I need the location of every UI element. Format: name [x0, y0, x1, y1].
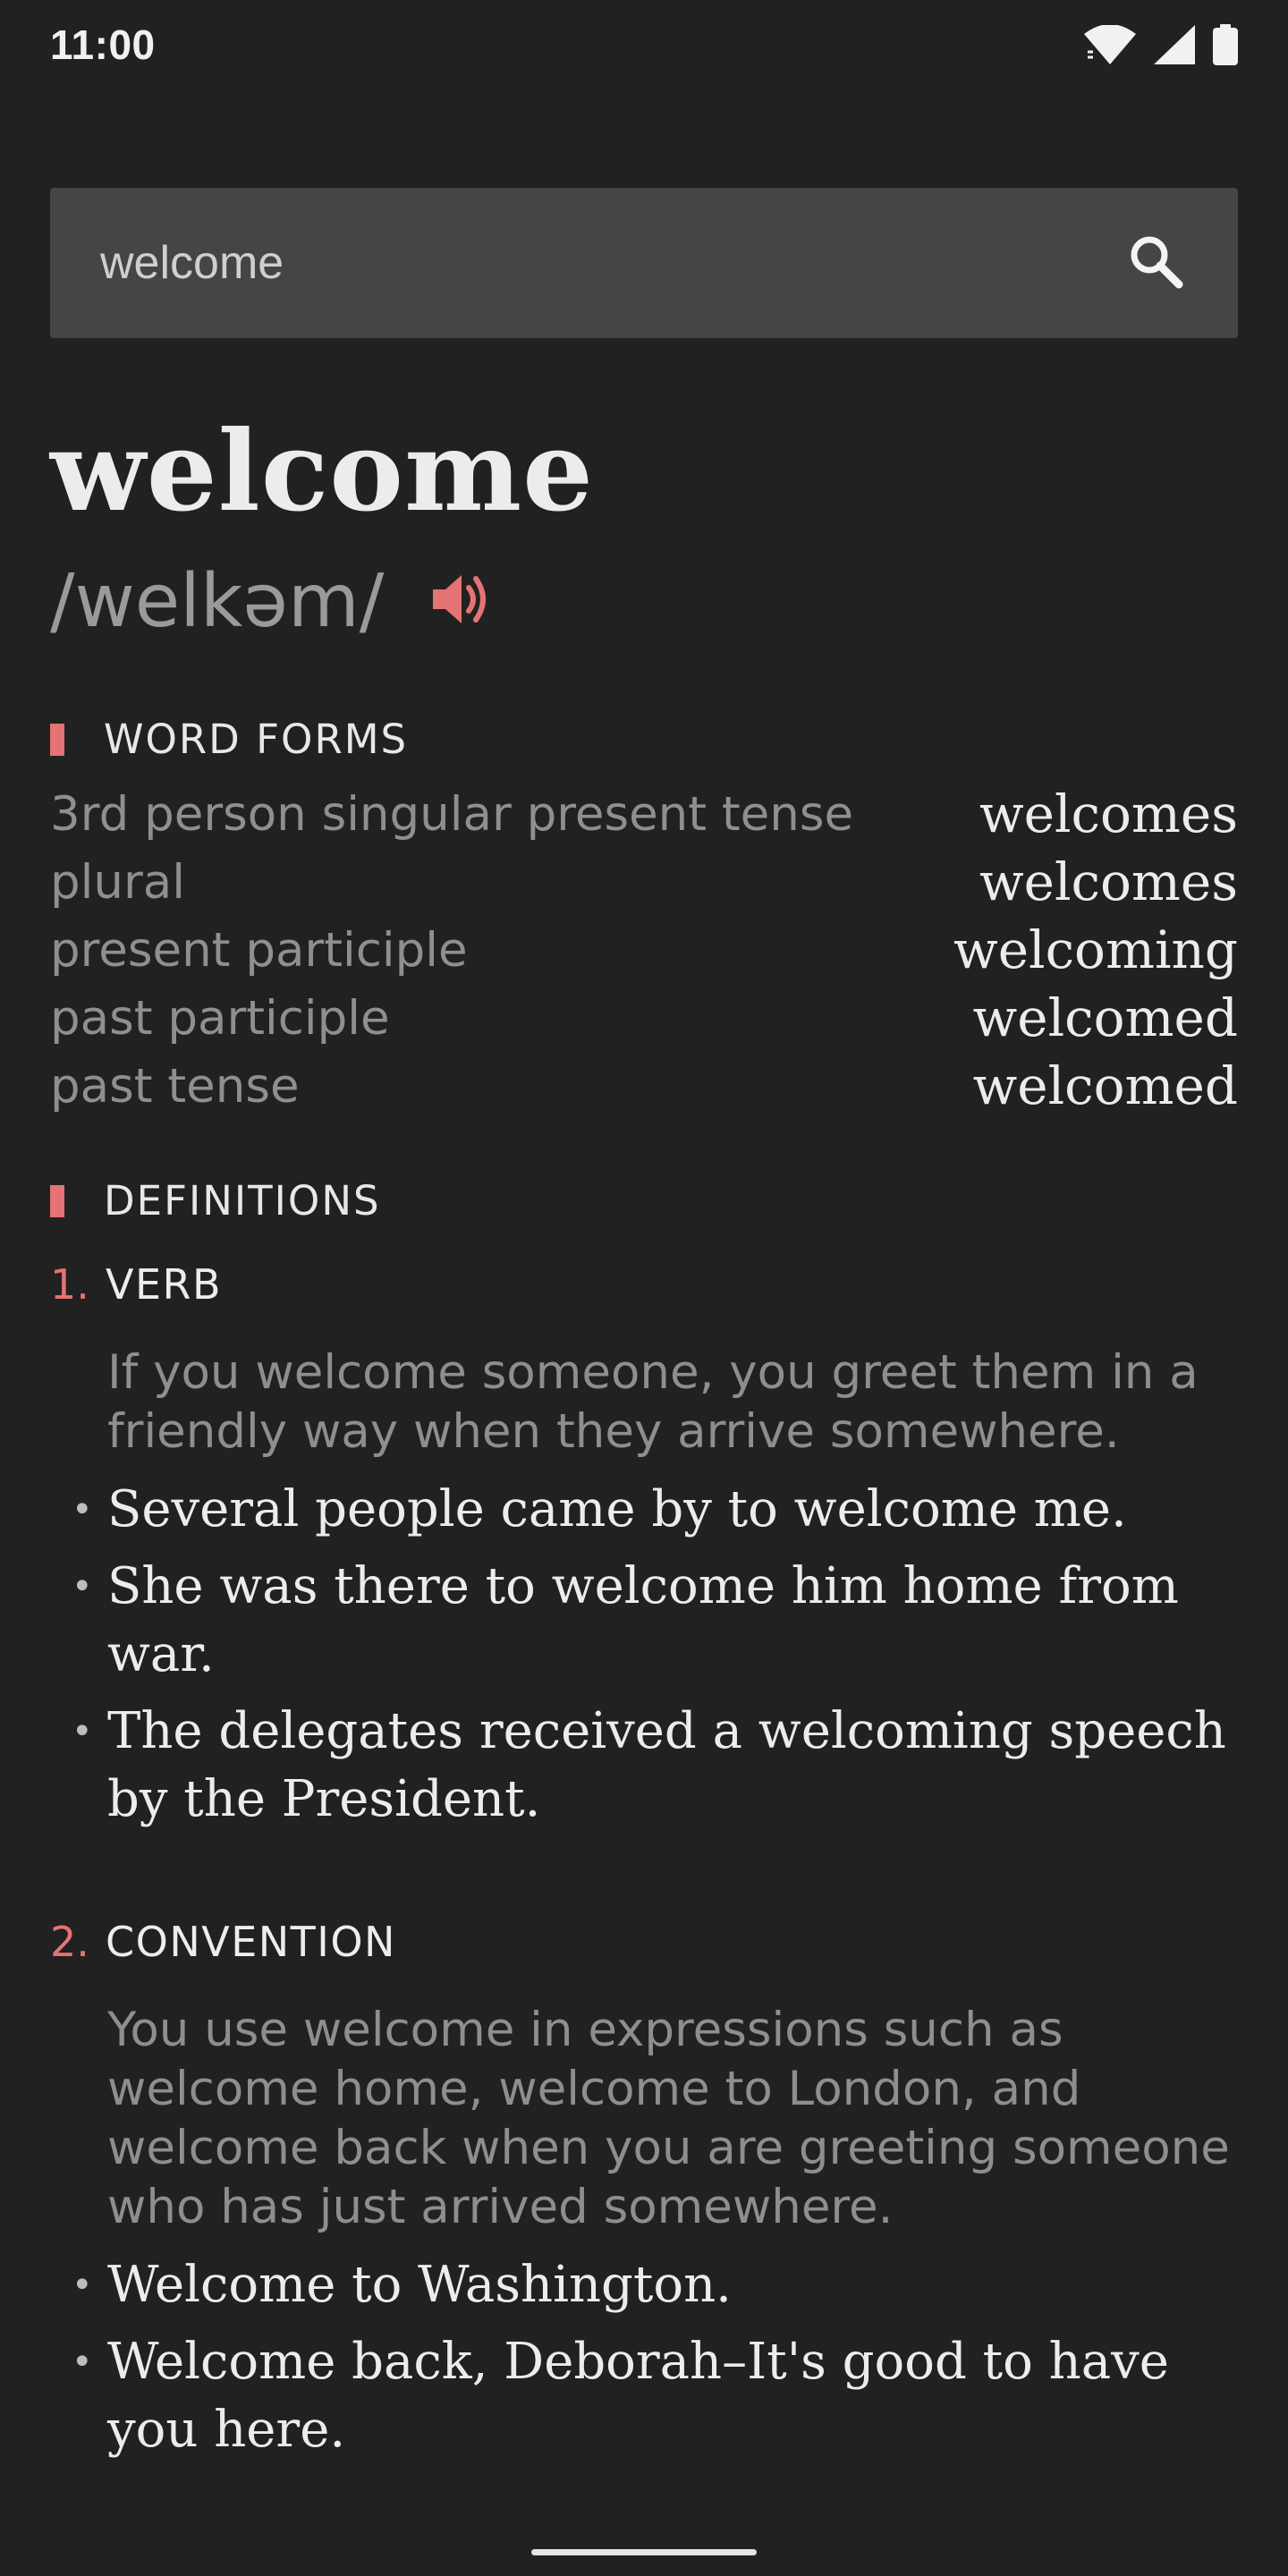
example-sentence: • Welcome to Washington.: [72, 2251, 1261, 2319]
gesture-nav-handle[interactable]: [531, 2549, 757, 2555]
example-sentence: • The delegates received a welcoming spe…: [72, 1698, 1261, 1834]
word-form-row: 3rd person singular present tense welcom…: [50, 780, 1238, 848]
battery-icon: [1213, 24, 1238, 65]
search-bar: [50, 188, 1238, 338]
status-bar: 11:00: [0, 0, 1288, 89]
definition-item: 1. VERB If you welcome someone, you gree…: [50, 1258, 1249, 1843]
example-sentence: • She was there to welcome him home from…: [72, 1553, 1261, 1689]
section-marker: [50, 1184, 64, 1217]
part-of-speech: VERB: [106, 1260, 223, 1309]
section-marker: [50, 723, 64, 756]
definition-head: 1. VERB: [50, 1258, 1249, 1311]
example-text: Welcome to Washington.: [107, 2256, 732, 2314]
word-form-value: welcomes: [979, 852, 1238, 912]
word-form-row: present participle welcoming: [50, 916, 1238, 984]
word-form-label: plural: [50, 854, 185, 910]
headword: welcome: [50, 407, 595, 537]
definition-head: 2. CONVENTION: [50, 1915, 1249, 1969]
example-text: Welcome back, Deborah–It's good to have …: [107, 2333, 1169, 2459]
word-form-value: welcoming: [953, 919, 1238, 980]
word-forms-title: WORD FORMS: [104, 716, 409, 763]
example-sentence: • Welcome back, Deborah–It's good to hav…: [72, 2328, 1261, 2464]
word-form-label: past tense: [50, 1058, 300, 1114]
word-form-row: past participle welcomed: [50, 984, 1238, 1052]
word-forms-table: 3rd person singular present tense welcom…: [50, 780, 1238, 1120]
word-form-row: past tense welcomed: [50, 1052, 1238, 1120]
search-button[interactable]: [1123, 231, 1188, 295]
definition-item: 2. CONVENTION You use welcome in express…: [50, 1915, 1249, 2473]
pronunciation: /welkəm/: [50, 559, 385, 644]
status-time: 11:00: [50, 21, 156, 68]
cell-signal-icon: [1154, 25, 1195, 64]
definition-text: You use welcome in expressions such as w…: [107, 2003, 1230, 2234]
bullet: •: [72, 1489, 93, 1530]
definition-text: If you welcome someone, you greet them i…: [107, 1345, 1199, 1459]
example-list: • Welcome to Washington. • Welcome back,…: [50, 2251, 1249, 2464]
example-text: She was there to welcome him home from w…: [107, 1557, 1179, 1683]
word-form-value: welcomed: [972, 1055, 1238, 1116]
example-sentence: • Several people came by to welcome me.: [72, 1476, 1261, 1544]
bullet: •: [72, 1566, 93, 1607]
definition-number: 1.: [50, 1260, 89, 1309]
definition-number: 2.: [50, 1918, 89, 1966]
word-form-label: past participle: [50, 990, 390, 1046]
definitions-title: DEFINITIONS: [104, 1177, 381, 1224]
word-form-row: plural welcomes: [50, 848, 1238, 916]
part-of-speech: CONVENTION: [106, 1918, 396, 1966]
word-form-label: 3rd person singular present tense: [50, 786, 854, 842]
word-form-value: welcomed: [972, 987, 1238, 1048]
status-icons: [1084, 24, 1238, 65]
bullet: •: [72, 2265, 93, 2306]
word-forms-header: WORD FORMS: [50, 716, 408, 763]
word-form-value: welcomes: [979, 784, 1238, 844]
bullet: •: [72, 1711, 93, 1752]
example-text: Several people came by to welcome me.: [107, 1480, 1127, 1538]
example-list: • Several people came by to welcome me. …: [50, 1476, 1249, 1834]
search-input[interactable]: [100, 236, 1123, 290]
play-pronunciation-button[interactable]: [423, 566, 495, 638]
wifi-icon: [1084, 25, 1136, 64]
search-icon: [1127, 233, 1184, 294]
bullet: •: [72, 2342, 93, 2383]
definitions-header: DEFINITIONS: [50, 1177, 381, 1224]
example-text: The delegates received a welcoming speec…: [107, 1702, 1226, 1828]
speaker-icon: [428, 568, 490, 635]
word-form-label: present participle: [50, 922, 468, 978]
pronunciation-row: /welkəm/: [50, 559, 495, 644]
